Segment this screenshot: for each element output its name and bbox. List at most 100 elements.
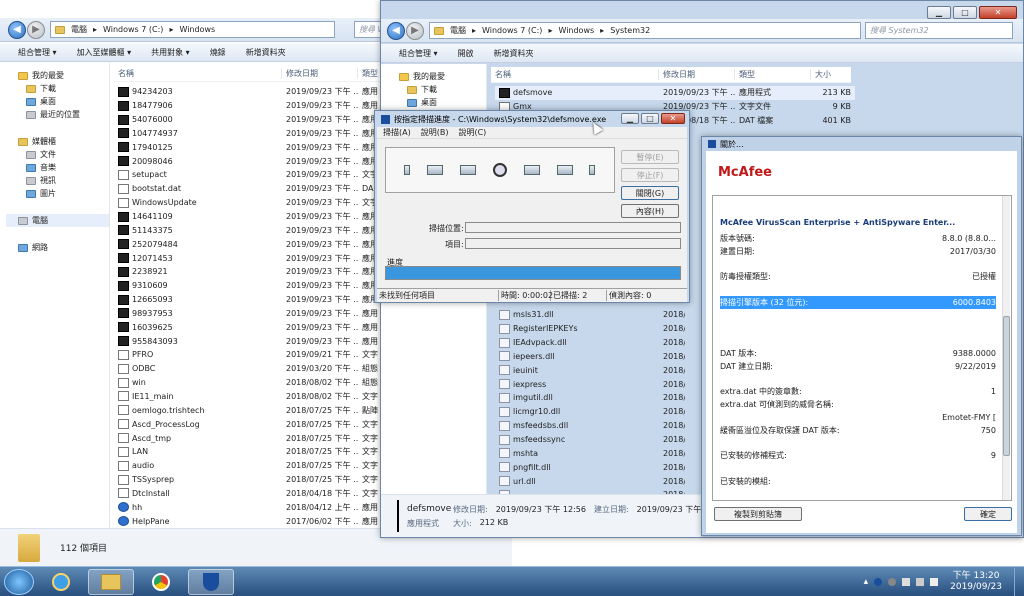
details-button[interactable]: 內容(H) bbox=[621, 204, 679, 218]
file-row[interactable]: IE11_main 2018/08/02 下午 ... 文字 bbox=[114, 390, 380, 404]
crumb-drive[interactable]: Windows 7 (C:) bbox=[103, 25, 163, 34]
right-breadcrumb[interactable]: 電腦 ▸ Windows 7 (C:) ▸ Windows ▸ System32 bbox=[429, 22, 861, 39]
file-row[interactable]: RegisterIEPKEYs 2018/08/0 bbox=[495, 322, 685, 336]
sidebar-item-documents[interactable]: 文件 bbox=[18, 148, 109, 161]
close-scan-button[interactable]: 關閉(G) bbox=[621, 186, 679, 200]
crumb-computer[interactable]: 電腦 bbox=[71, 24, 87, 35]
file-row[interactable]: imgutil.dll 2018/08/0 bbox=[495, 391, 685, 405]
column-size[interactable]: 大小 bbox=[811, 69, 851, 80]
close-button[interactable]: ✕ bbox=[979, 6, 1017, 19]
volume-icon[interactable] bbox=[930, 577, 939, 586]
new-folder-button[interactable]: 新增資料夾 bbox=[494, 48, 534, 59]
file-row[interactable]: oemlogo.trishtech 2018/07/25 下午 ... 點陣 bbox=[114, 403, 380, 417]
favorites-header[interactable]: 我的最愛 bbox=[399, 70, 486, 83]
open-button[interactable]: 開啟 bbox=[458, 48, 474, 59]
crumb-windows[interactable]: Windows bbox=[558, 26, 594, 35]
show-desktop-button[interactable] bbox=[1014, 567, 1024, 596]
start-button[interactable] bbox=[4, 568, 34, 595]
copy-to-clipboard-button[interactable]: 複製到剪貼簿 bbox=[714, 507, 802, 521]
new-folder-button[interactable]: 新增資料夾 bbox=[246, 47, 286, 58]
favorites-header[interactable]: 我的最愛 bbox=[18, 69, 109, 82]
file-row[interactable]: url.dll 2018/08/0 bbox=[495, 474, 685, 488]
file-row[interactable]: hh 2018/04/12 上午 ... 應用 bbox=[114, 500, 380, 514]
sidebar-item-pictures[interactable]: 圖片 bbox=[18, 187, 109, 200]
file-row[interactable]: 98937953 2019/09/23 下午 ... 應用 bbox=[114, 307, 380, 321]
column-type[interactable]: 類型 bbox=[358, 68, 380, 79]
minimize-button[interactable]: ▁ bbox=[927, 6, 951, 19]
mcafee-tray-icon[interactable] bbox=[874, 577, 883, 586]
maximize-button[interactable]: □ bbox=[953, 6, 977, 19]
file-row[interactable]: 18477906 2019/09/23 下午 ... 應用 bbox=[114, 99, 380, 113]
column-modified[interactable]: 修改日期 bbox=[282, 68, 358, 79]
sidebar-item-desktop[interactable]: 桌面 bbox=[399, 96, 486, 109]
column-type[interactable]: 類型 bbox=[735, 69, 811, 80]
pause-button[interactable]: 暫停(E) bbox=[621, 150, 679, 164]
crumb-system32[interactable]: System32 bbox=[610, 26, 650, 35]
sidebar-item-desktop[interactable]: 桌面 bbox=[18, 95, 109, 108]
taskbar-chrome[interactable] bbox=[138, 569, 184, 595]
file-row[interactable]: licmgr10.dll 2018/08/0 bbox=[495, 405, 685, 419]
file-row[interactable]: msfeedssync 2018/08/0 bbox=[495, 433, 685, 447]
sidebar-item-downloads[interactable]: 下載 bbox=[399, 83, 486, 96]
file-row[interactable]: 14641109 2019/09/23 下午 ... 應用 bbox=[114, 210, 380, 224]
file-row[interactable]: setupact 2019/09/23 下午 ... 文字 bbox=[114, 168, 380, 182]
file-row[interactable]: 104774937 2019/09/23 下午 ... 應用 bbox=[114, 127, 380, 141]
about-titlebar[interactable]: 關於... bbox=[702, 137, 1021, 151]
left-breadcrumb[interactable]: 電腦 ▸ Windows 7 (C:) ▸ Windows bbox=[50, 21, 335, 38]
file-row[interactable]: 12665093 2019/09/23 下午 ... 應用 bbox=[114, 293, 380, 307]
file-row[interactable]: DtcInstall 2018/04/18 下午 ... 文字 bbox=[114, 486, 380, 500]
file-row[interactable]: ieuinit 2018/08/0 bbox=[495, 363, 685, 377]
ok-button[interactable]: 確定 bbox=[964, 507, 1012, 521]
file-row[interactable]: bootstat.dat 2019/09/23 下午 ... DA bbox=[114, 182, 380, 196]
taskbar-explorer[interactable] bbox=[88, 568, 134, 595]
file-row[interactable]: defsmove 2019/09/23 下午 ... 應用程式 213 KB bbox=[495, 86, 855, 100]
column-name[interactable]: 名稱 bbox=[491, 69, 659, 80]
minimize-button[interactable]: ▁ bbox=[621, 113, 639, 124]
column-modified[interactable]: 修改日期 bbox=[659, 69, 735, 80]
file-row[interactable]: 54076000 2019/09/23 下午 ... 應用 bbox=[114, 113, 380, 127]
sidebar-item-computer[interactable]: 電腦 bbox=[6, 214, 109, 227]
file-row[interactable]: 94234203 2019/09/23 下午 ... 應用 bbox=[114, 85, 380, 99]
file-row[interactable]: msfeedsbs.dll 2018/08/0 bbox=[495, 419, 685, 433]
file-row[interactable]: 2238921 2019/09/23 下午 ... 應用 bbox=[114, 265, 380, 279]
crumb-drive[interactable]: Windows 7 (C:) bbox=[482, 26, 542, 35]
sidebar-item-network[interactable]: 網路 bbox=[18, 241, 109, 254]
forward-button[interactable]: ▶ bbox=[27, 21, 45, 39]
sidebar-item-music[interactable]: 音樂 bbox=[18, 161, 109, 174]
close-button[interactable]: ✕ bbox=[661, 113, 685, 124]
file-row[interactable]: ODBC 2019/03/20 下午 ... 組態 bbox=[114, 362, 380, 376]
stop-button[interactable]: 停止(F) bbox=[621, 168, 679, 182]
file-row[interactable]: 252079484 2019/09/23 下午 ... 應用 bbox=[114, 237, 380, 251]
libraries-header[interactable]: 媒體櫃 bbox=[18, 135, 109, 148]
sidebar-item-videos[interactable]: 視訊 bbox=[18, 174, 109, 187]
file-row[interactable]: PFRO 2019/09/21 下午 ... 文字 bbox=[114, 348, 380, 362]
file-row[interactable]: 9310609 2019/09/23 下午 ... 應用 bbox=[114, 279, 380, 293]
forward-button[interactable]: ▶ bbox=[406, 22, 424, 40]
file-row[interactable]: 51143375 2019/09/23 下午 ... 應用 bbox=[114, 223, 380, 237]
file-row[interactable]: msls31.dll 2018/08/0 bbox=[495, 308, 685, 322]
file-row[interactable]: TSSysprep 2018/07/25 下午 ... 文字 bbox=[114, 473, 380, 487]
file-row[interactable]: Ascd_ProcessLog 2018/07/25 下午 ... 文字 bbox=[114, 417, 380, 431]
about-scrollbar[interactable] bbox=[1002, 196, 1010, 500]
share-with-button[interactable]: 共用對象 ▾ bbox=[151, 47, 190, 58]
file-row[interactable]: pngfilt.dll 2018/08/0 bbox=[495, 460, 685, 474]
file-row[interactable]: audio 2018/07/25 下午 ... 文字 bbox=[114, 459, 380, 473]
menu-scan[interactable]: 掃描(A) bbox=[383, 127, 411, 138]
file-row[interactable]: WindowsUpdate 2019/09/23 下午 ... 文字 bbox=[114, 196, 380, 210]
file-row[interactable]: win 2018/08/02 下午 ... 組態 bbox=[114, 376, 380, 390]
help-tray-icon[interactable] bbox=[888, 577, 897, 586]
flag-icon[interactable] bbox=[902, 577, 911, 586]
right-search-input[interactable]: 搜尋 System32 bbox=[865, 22, 1013, 39]
column-name[interactable]: 名稱 bbox=[114, 68, 282, 79]
crumb-windows[interactable]: Windows bbox=[179, 25, 215, 34]
burn-button[interactable]: 燒錄 bbox=[210, 47, 226, 58]
file-row[interactable]: Ascd_tmp 2018/07/25 下午 ... 文字 bbox=[114, 431, 380, 445]
file-row[interactable]: 16039625 2019/09/23 下午 ... 應用 bbox=[114, 320, 380, 334]
file-row[interactable]: mshta 2018/08/0 bbox=[495, 446, 685, 460]
file-row[interactable]: iepeers.dll 2018/08/0 bbox=[495, 350, 685, 364]
taskbar-ie[interactable] bbox=[38, 569, 84, 595]
organize-button[interactable]: 組合管理 ▾ bbox=[399, 48, 438, 59]
file-row[interactable]: 20098046 2019/09/23 下午 ... 應用 bbox=[114, 154, 380, 168]
menu-view[interactable]: 說明(B) bbox=[421, 127, 449, 138]
back-button[interactable]: ◀ bbox=[387, 22, 405, 40]
